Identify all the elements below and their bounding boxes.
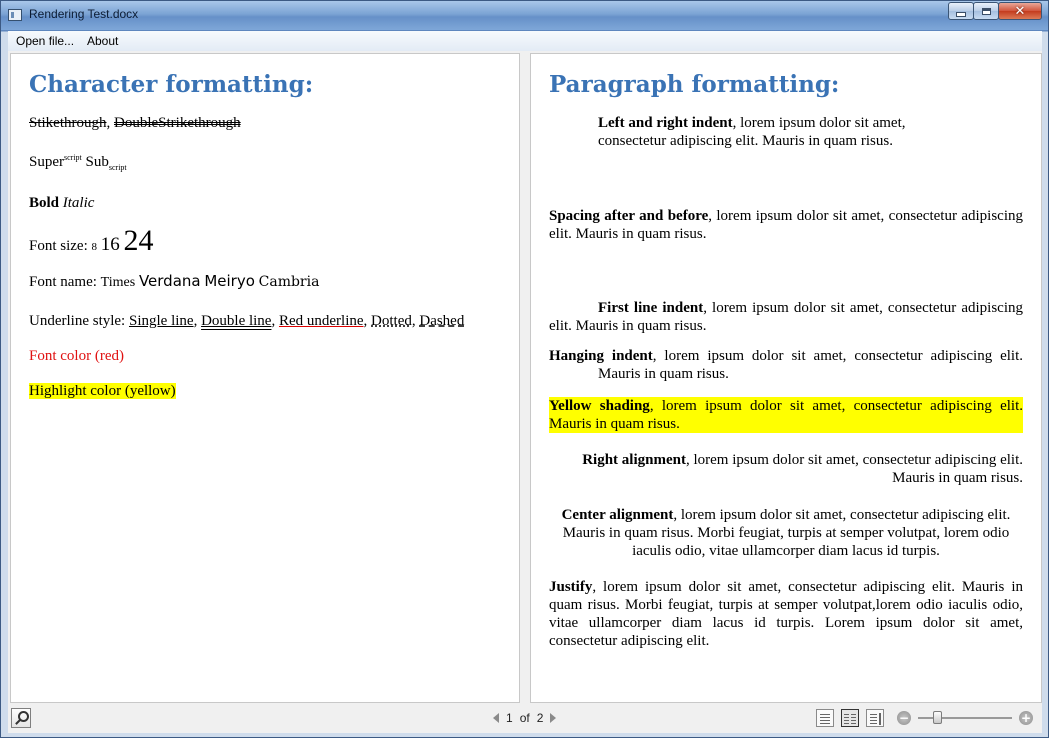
- underline-label: Underline style:: [29, 313, 129, 329]
- size-24-text: 24: [123, 224, 154, 257]
- justify-bold: Justify: [549, 579, 593, 595]
- verdana-text: Verdana: [138, 272, 201, 290]
- strikethrough-text: Stikethrough: [29, 115, 107, 131]
- indent-bold: Left and right indent: [598, 115, 733, 131]
- single-page-view-icon[interactable]: [816, 709, 834, 727]
- title-bar[interactable]: Rendering Test.docx ✕: [1, 1, 1048, 30]
- next-page-icon[interactable]: [550, 713, 557, 723]
- italic-text: Italic: [62, 195, 95, 211]
- font-name-label: Font name:: [29, 274, 101, 290]
- menu-bar: Open file... About: [8, 31, 1042, 51]
- total-pages: 2: [536, 711, 544, 725]
- window-title: Rendering Test.docx: [29, 7, 139, 21]
- red-underline-text: Red underline: [278, 313, 364, 329]
- maximize-icon: [981, 7, 991, 15]
- indent-paragraph: Left and right indent, lorem ipsum dolor…: [598, 114, 927, 150]
- zoom-in-icon[interactable]: +: [1019, 711, 1033, 725]
- right-align-text: , lorem ipsum dolor sit amet, consectetu…: [685, 452, 1023, 486]
- left-page-heading: Character formatting:: [29, 71, 314, 98]
- close-icon: ✕: [1014, 3, 1026, 19]
- right-align-paragraph: Right alignment, lorem ipsum dolor sit a…: [549, 451, 1023, 487]
- font-size-line: Font size: 8 16 24: [29, 226, 501, 256]
- sub-base: Sub: [81, 154, 109, 170]
- right-align-bold: Right alignment: [582, 452, 686, 468]
- hanging-paragraph: Hanging indent, lorem ipsum dolor sit am…: [549, 347, 1023, 383]
- hanging-bold: Hanging indent: [549, 348, 653, 364]
- page-2: Paragraph formatting: Left and right ind…: [530, 53, 1042, 703]
- previous-page-icon[interactable]: [493, 713, 499, 723]
- hanging-text: , lorem ipsum dolor sit amet, consectetu…: [598, 348, 1023, 382]
- dashed-underline-text: Dashed: [419, 313, 465, 329]
- super-sub-line: Superscript Subscript: [29, 149, 501, 177]
- menu-about[interactable]: About: [87, 34, 118, 48]
- subscript-text: script: [108, 163, 127, 172]
- font-name-line: Font name: Times Verdana Meiryo Cambria: [29, 272, 501, 292]
- comma-1: ,: [193, 313, 202, 329]
- search-icon[interactable]: [11, 708, 31, 728]
- spacing-bold: Spacing after and before: [549, 208, 709, 224]
- spacing-paragraph: Spacing after and before, lorem ipsum do…: [549, 207, 1023, 243]
- two-page-view-icon[interactable]: [841, 709, 859, 727]
- font-size-label: Font size:: [29, 238, 92, 254]
- strike-line: Stikethrough, DoubleStrikethrough: [29, 114, 501, 132]
- status-bar: 1 of 2 − +: [8, 704, 1042, 733]
- shading-paragraph: Yellow shading, lorem ipsum dolor sit am…: [549, 397, 1023, 433]
- zoom-slider-thumb[interactable]: [933, 711, 942, 724]
- close-button[interactable]: ✕: [998, 2, 1042, 20]
- highlight-text: Highlight color (yellow): [29, 383, 176, 399]
- document-viewer[interactable]: Character formatting: Stikethrough, Doub…: [8, 51, 1042, 704]
- justify-text: , lorem ipsum dolor sit amet, consectetu…: [549, 579, 1023, 649]
- center-align-paragraph: Center alignment, lorem ipsum dolor sit …: [549, 506, 1023, 560]
- comma-3: ,: [363, 313, 372, 329]
- bold-text: Bold: [29, 195, 60, 211]
- app-icon[interactable]: [8, 9, 22, 21]
- double-strikethrough-text: DoubleStrikethrough: [114, 115, 241, 131]
- first-line-paragraph: First line indent, lorem ipsum dolor sit…: [549, 299, 1023, 335]
- app-window: Rendering Test.docx ✕ Open file... About…: [0, 0, 1049, 738]
- cambria-text: Cambria: [258, 274, 320, 290]
- size-8-text: 8: [91, 241, 98, 253]
- strike-separator: ,: [106, 115, 114, 131]
- right-page-heading: Paragraph formatting:: [549, 71, 840, 98]
- dotted-underline-text: Dotted: [371, 313, 412, 329]
- justify-paragraph: Justify, lorem ipsum dolor sit amet, con…: [549, 578, 1023, 650]
- maximize-button[interactable]: [973, 2, 999, 20]
- menu-open-file[interactable]: Open file...: [16, 34, 74, 48]
- times-text: Times: [100, 275, 136, 290]
- highlight-line: Highlight color (yellow): [29, 382, 501, 400]
- caption-buttons: ✕: [948, 2, 1042, 21]
- minimize-icon: [956, 11, 966, 17]
- underline-style-line: Underline style: Single line, Double lin…: [29, 312, 501, 330]
- center-align-bold: Center alignment: [561, 507, 674, 523]
- first-line-bold: First line indent: [598, 300, 704, 316]
- page-1: Character formatting: Stikethrough, Doub…: [10, 53, 520, 703]
- page-of-label: of: [519, 711, 530, 725]
- shading-bold: Yellow shading: [549, 398, 650, 414]
- bold-italic-line: Bold Italic: [29, 194, 501, 212]
- scroll-view-icon[interactable]: [866, 709, 884, 727]
- zoom-out-icon[interactable]: −: [897, 711, 911, 725]
- minimize-button[interactable]: [948, 2, 974, 20]
- current-page: 1: [506, 711, 513, 725]
- single-underline-text: Single line: [128, 313, 194, 329]
- superscript-text: script: [64, 153, 82, 162]
- comma-2: ,: [271, 313, 279, 329]
- meiryo-text: Meiryo: [204, 272, 255, 290]
- page-navigator: 1 of 2: [493, 711, 557, 725]
- double-underline-text: Double line: [201, 313, 272, 329]
- super-base: Super: [29, 154, 64, 170]
- font-color-text: Font color (red): [29, 348, 124, 364]
- size-16-text: 16: [100, 234, 120, 255]
